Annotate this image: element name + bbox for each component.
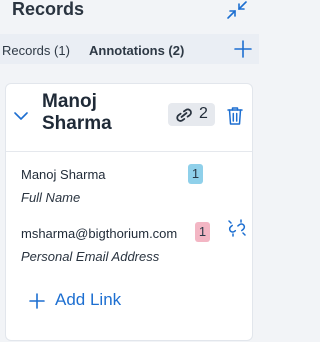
add-link-label: Add Link [55, 290, 122, 309]
tab-annotations[interactable]: Annotations (2) [89, 43, 184, 58]
panel-header: Records [0, 0, 259, 30]
annotation-count-badge: 1 [195, 222, 210, 242]
link-count-value: 2 [199, 105, 208, 122]
annotation-count-badge: 1 [188, 164, 203, 184]
link-icon [176, 108, 192, 122]
record-card-header: Manoj Sharma 2 [6, 84, 252, 152]
chevron-down-icon[interactable] [14, 108, 28, 120]
field-label-email: Personal Email Address [21, 249, 160, 264]
trash-icon[interactable] [226, 106, 244, 126]
field-value-full-name: Manoj Sharma [21, 167, 106, 182]
add-plus-icon[interactable] [232, 38, 254, 60]
tab-bar: Records (1) Annotations (2) [0, 34, 259, 64]
field-label-full-name: Full Name [21, 190, 81, 205]
record-name: Manoj Sharma [42, 91, 112, 134]
record-card: Manoj Sharma 2 Manoj Sharma Full Name 1 … [5, 83, 253, 341]
panel-title: Records [12, 0, 85, 19]
collapse-icon[interactable] [226, 0, 248, 20]
field-value-email: msharma@bigthorium.com [21, 226, 178, 241]
tab-records[interactable]: Records (1) [2, 43, 70, 58]
plus-icon [29, 293, 45, 309]
unlink-icon[interactable] [228, 219, 246, 237]
link-count-badge[interactable]: 2 [168, 103, 215, 126]
